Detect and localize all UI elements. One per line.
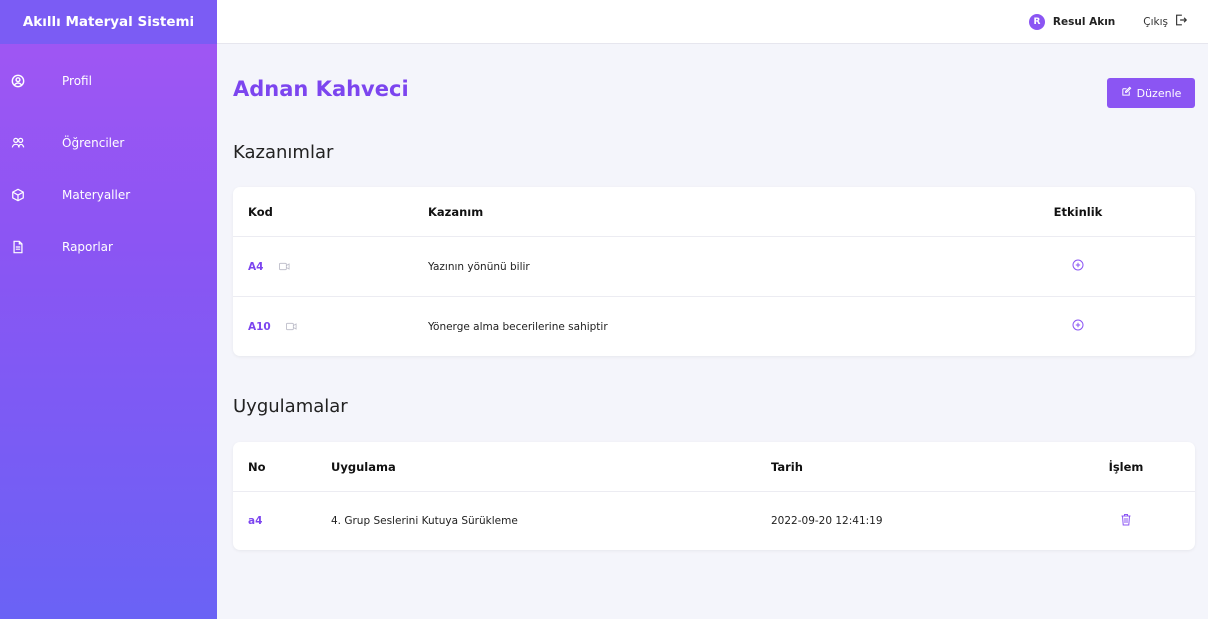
column-header: İşlem — [1108, 459, 1144, 474]
column-header: Tarih — [771, 459, 803, 474]
add-activity-icon[interactable] — [1072, 259, 1084, 274]
trash-icon[interactable] — [1120, 514, 1132, 529]
cube-icon — [10, 187, 26, 203]
column-header: Uygulama — [331, 459, 396, 474]
user-name: Resul Akın — [1052, 15, 1116, 28]
page-title: Adnan Kahveci — [233, 77, 409, 101]
action-cell — [1101, 513, 1151, 529]
sidebar-item-materyaller[interactable]: Materyaller — [0, 168, 217, 222]
sidebar-nav: Profil Öğrenciler Materyaller Raporlar — [0, 44, 217, 274]
table-header: No Uygulama Tarih İşlem — [233, 442, 1195, 492]
application-name: 4. Grup Seslerini Kutuya Sürükleme — [331, 515, 518, 527]
sidebar-item-profil[interactable]: Profil — [0, 66, 217, 96]
sidebar-item-label: Profil — [62, 74, 92, 88]
sidebar-item-raporlar[interactable]: Raporlar — [0, 220, 217, 274]
app-title: Akıllı Materyal Sistemi — [0, 0, 217, 44]
file-icon — [10, 239, 26, 255]
edit-label: Düzenle — [1136, 86, 1182, 100]
logout-icon — [1168, 13, 1188, 30]
application-no[interactable]: a4 — [248, 515, 331, 527]
column-header: Kazanım — [428, 204, 484, 219]
outcome-code[interactable]: A4 — [248, 261, 263, 273]
sidebar: Akıllı Materyal Sistemi Profil Öğrencile… — [0, 0, 217, 619]
column-header: Kod — [248, 204, 273, 219]
add-activity-icon[interactable] — [1072, 319, 1084, 334]
outcome-text: Yazının yönünü bilir — [428, 260, 530, 273]
column-header: Etkinlik — [1053, 204, 1103, 219]
sidebar-item-label: Materyaller — [62, 188, 131, 202]
sidebar-item-ogrenciler[interactable]: Öğrenciler — [0, 116, 217, 170]
logout-label: Çıkış — [1143, 15, 1168, 28]
activity-cell — [1033, 319, 1123, 334]
users-icon — [10, 135, 26, 151]
applications-table: No Uygulama Tarih İşlem a4 4. Grup Sesle… — [233, 442, 1195, 550]
edit-icon — [1121, 86, 1137, 100]
outcomes-table: Kod Kazanım Etkinlik A4 Yazının yönünü b… — [233, 187, 1195, 356]
user-circle-icon — [10, 73, 26, 89]
sidebar-item-label: Öğrenciler — [62, 136, 125, 150]
table-row: a4 4. Grup Seslerini Kutuya Sürükleme 20… — [233, 492, 1195, 550]
applications-title: Uygulamalar — [233, 396, 348, 417]
edit-button[interactable]: Düzenle — [1107, 78, 1195, 108]
table-row: A10 Yönerge alma becerilerine sahiptir — [233, 297, 1195, 356]
table-row: A4 Yazının yönünü bilir — [233, 237, 1195, 297]
user-menu[interactable]: R Resul Akın — [1028, 13, 1116, 30]
outcome-code[interactable]: A10 — [248, 321, 271, 333]
video-icon[interactable] — [278, 262, 290, 271]
outcomes-title: Kazanımlar — [233, 142, 334, 163]
column-header: No — [248, 459, 266, 474]
code-cell: A10 — [248, 321, 428, 333]
video-icon[interactable] — [286, 322, 297, 331]
code-cell: A4 — [248, 261, 428, 273]
table-header: Kod Kazanım Etkinlik — [233, 187, 1195, 237]
application-date: 2022-09-20 12:41:19 — [771, 515, 883, 527]
outcome-text: Yönerge alma becerilerine sahiptir — [428, 320, 608, 333]
avatar: R — [1028, 13, 1045, 30]
logout-button[interactable]: Çıkış — [1143, 13, 1188, 30]
activity-cell — [1033, 259, 1123, 274]
topbar: R Resul Akın Çıkış — [217, 0, 1208, 44]
sidebar-item-label: Raporlar — [62, 240, 113, 254]
